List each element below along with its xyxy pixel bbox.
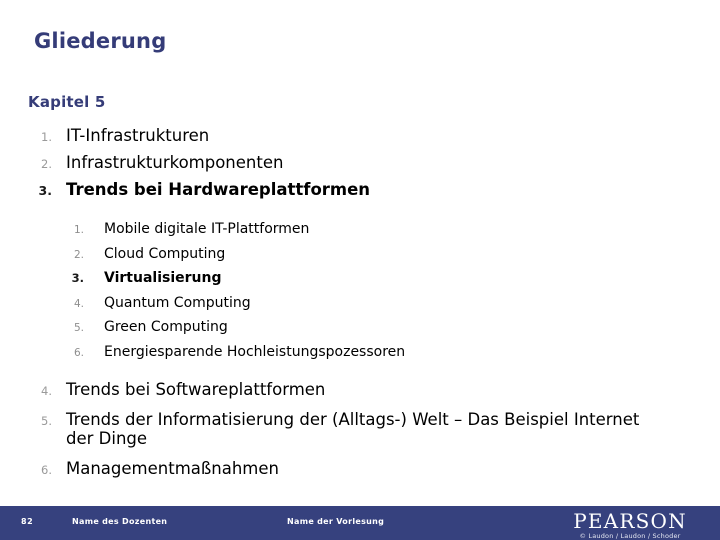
outline-l2-item-number: 4.: [73, 297, 84, 310]
outline-l1-item-number: 2.: [41, 157, 52, 171]
chapter-heading: Kapitel 5: [28, 93, 106, 111]
outline-l2-item-number: 2.: [73, 248, 84, 261]
outline-l2-item-number: 1.: [73, 224, 84, 236]
outline-l2-item: 1. Mobile digitale IT-Plattformen: [62, 221, 662, 238]
outline-l1-item-number: 3.: [38, 183, 52, 198]
page-title: Gliederung: [34, 29, 167, 53]
outline-l1-item: 1. IT-Infrastrukturen: [28, 126, 668, 145]
slide-canvas: Gliederung Kapitel 5 1. IT-Infrastrukture…: [0, 0, 720, 540]
footer-lecturer-name: Name des Dozenten: [72, 517, 168, 526]
outline-l1-item-label: Trends bei Hardwareplattformen: [66, 180, 371, 199]
outline-l2-item-label: Green Computing: [104, 319, 228, 335]
outline-l1b-item-number: 6.: [41, 462, 52, 477]
outline-l2-item: 5. Green Computing: [62, 319, 662, 336]
outline-l1b-item-number: 5.: [41, 413, 52, 428]
brand-copyright: © Laudon / Laudon / Schoder: [579, 532, 681, 540]
outline-l2-item-label: Cloud Computing: [104, 245, 226, 262]
outline-l2-item: 2. Cloud Computing: [62, 246, 662, 263]
outline-l2-item-label: Energiesparende Hochleistungspozessoren: [104, 343, 406, 360]
outline-l1b-item: 5. Trends der Informatisierung der (Allta…: [28, 410, 648, 449]
outline-l2-item-number: 5.: [73, 322, 84, 334]
outline-l1b-item: 4. Trends bei Softwareplattformen: [28, 380, 648, 400]
footer-page-number: 82: [21, 517, 34, 526]
outline-l1b-item-label: Trends der Informatisierung der (Alltags…: [66, 409, 640, 449]
outline-l1-item: 2. Infrastrukturkomponenten: [28, 153, 668, 172]
outline-l1b-item: 6. Managementmaßnahmen: [28, 459, 648, 479]
outline-l1-item-label: IT-Infrastrukturen: [66, 126, 210, 145]
outline-l2-item: 3. Virtualisierung: [62, 270, 662, 287]
brand-wordmark: PEARSON: [573, 509, 687, 533]
footer-bar: 82 Name des Dozenten Name der Vorlesung …: [0, 506, 720, 540]
outline-l2-item-label: Mobile digitale IT-Plattformen: [104, 221, 310, 237]
outline-l1-item: 3. Trends bei Hardwareplattformen: [28, 180, 668, 199]
outline-l1b-item-label: Managementmaßnahmen: [66, 458, 279, 478]
outline-l2-item-label: Virtualisierung: [104, 270, 222, 286]
outline-l1b-item-label: Trends bei Softwareplattformen: [66, 380, 326, 399]
outline-l1b-item-number: 4.: [41, 384, 52, 398]
outline-level1-bottom: 4. Trends bei Softwareplattformen 5. Trends…: [28, 380, 648, 488]
outline-l2-item-number: 6.: [73, 346, 84, 359]
footer-lecture-name: Name der Vorlesung: [287, 517, 385, 526]
outline-l1-item-number: 1.: [41, 130, 52, 144]
outline-level2: 1. Mobile digitale IT-Plattformen 2. Cloud …: [62, 221, 662, 368]
outline-l2-item-label: Quantum Computing: [104, 294, 251, 311]
outline-level1-top: 1. IT-Infrastrukturen 2. Infrastrukturkompo…: [28, 126, 668, 207]
outline-l1-item-label: Infrastrukturkomponenten: [66, 153, 284, 172]
pearson-logo: PEARSON © Laudon / Laudon / Schoder: [550, 511, 710, 540]
outline-l2-item: 4. Quantum Computing: [62, 295, 662, 312]
outline-l2-item: 6. Energiesparende Hochleistungspozessore…: [62, 344, 662, 361]
outline-l2-item-number: 3.: [71, 271, 84, 285]
